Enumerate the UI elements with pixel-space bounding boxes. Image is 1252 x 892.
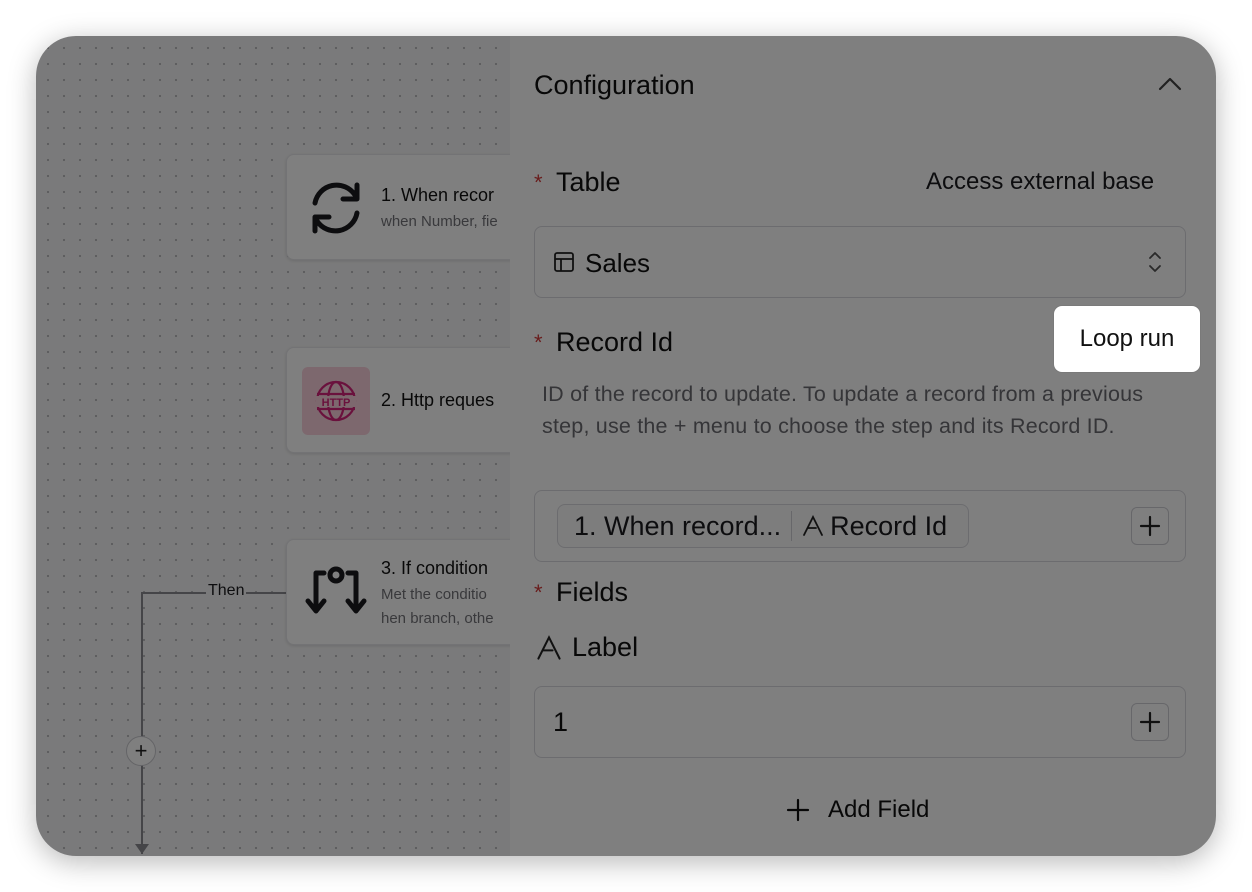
plus-icon <box>786 798 810 822</box>
workflow-node-condition[interactable]: 3. If condition Met the conditio hen bra… <box>286 539 546 645</box>
refresh-icon <box>301 173 371 243</box>
app-frame: Then + 1. When recor when Number, fie HT… <box>36 36 1216 856</box>
select-arrows-icon <box>1149 252 1161 272</box>
arrow-down-icon <box>135 844 149 854</box>
text-field-icon <box>803 515 823 536</box>
branch-connector <box>141 592 143 854</box>
record-id-token[interactable]: 1. When record... Record Id <box>557 504 969 548</box>
required-mark: * <box>534 170 543 195</box>
table-icon <box>554 252 574 272</box>
record-id-input[interactable]: 1. When record... Record Id <box>534 490 1186 562</box>
plus-icon <box>1139 711 1161 733</box>
workflow-node-http[interactable]: HTTP 2. Http reques <box>286 347 546 453</box>
field-item-label: Label <box>536 632 638 663</box>
workflow-canvas[interactable]: Then + 1. When recor when Number, fie HT… <box>36 36 546 856</box>
http-badge-text: HTTP <box>322 397 351 409</box>
if-branch-icon <box>301 558 371 628</box>
node-subtitle-line2: hen branch, othe <box>381 610 494 627</box>
table-select[interactable]: Sales <box>534 226 1186 298</box>
plus-icon: + <box>134 738 148 763</box>
required-mark: * <box>534 330 543 355</box>
node-title: 3. If condition <box>381 558 489 578</box>
field-value-input[interactable]: 1 <box>534 686 1186 758</box>
record-id-help-text: ID of the record to update. To update a … <box>542 382 1144 438</box>
field-value: 1 <box>553 707 569 737</box>
chevron-up-icon <box>1158 77 1182 91</box>
access-external-base-link[interactable]: Access external base <box>926 168 1154 196</box>
add-field-button[interactable]: Add Field <box>786 796 929 824</box>
then-branch-label: Then <box>206 582 247 600</box>
plus-icon <box>1139 515 1161 537</box>
collapse-button[interactable] <box>1154 72 1186 96</box>
table-select-value: Sales <box>585 248 651 278</box>
add-step-button[interactable]: + <box>126 736 156 766</box>
token-step-name: 1. When record... <box>574 510 782 541</box>
node-subtitle: Met the conditio <box>381 586 487 603</box>
panel-title: Configuration <box>534 70 695 100</box>
http-globe-icon: HTTP <box>302 367 370 435</box>
insert-variable-button[interactable] <box>1131 507 1169 545</box>
table-label: Table <box>556 167 621 197</box>
token-field-name: Record Id <box>830 510 948 541</box>
record-id-label: Record Id <box>556 327 674 357</box>
text-field-icon <box>537 634 561 660</box>
fields-label: Fields <box>556 577 629 607</box>
required-mark: * <box>534 580 543 605</box>
loop-run-button[interactable]: Loop run <box>1054 306 1200 372</box>
node-title: 2. Http reques <box>381 390 495 410</box>
node-subtitle: when Number, fie <box>381 213 498 230</box>
add-field-label: Add Field <box>828 796 930 823</box>
field-name: Label <box>572 632 639 662</box>
node-title: 1. When recor <box>381 185 495 205</box>
configuration-panel: Configuration * Table Access external ba… <box>510 36 1216 856</box>
insert-variable-button[interactable] <box>1131 703 1169 741</box>
workflow-node-trigger[interactable]: 1. When recor when Number, fie <box>286 154 546 260</box>
